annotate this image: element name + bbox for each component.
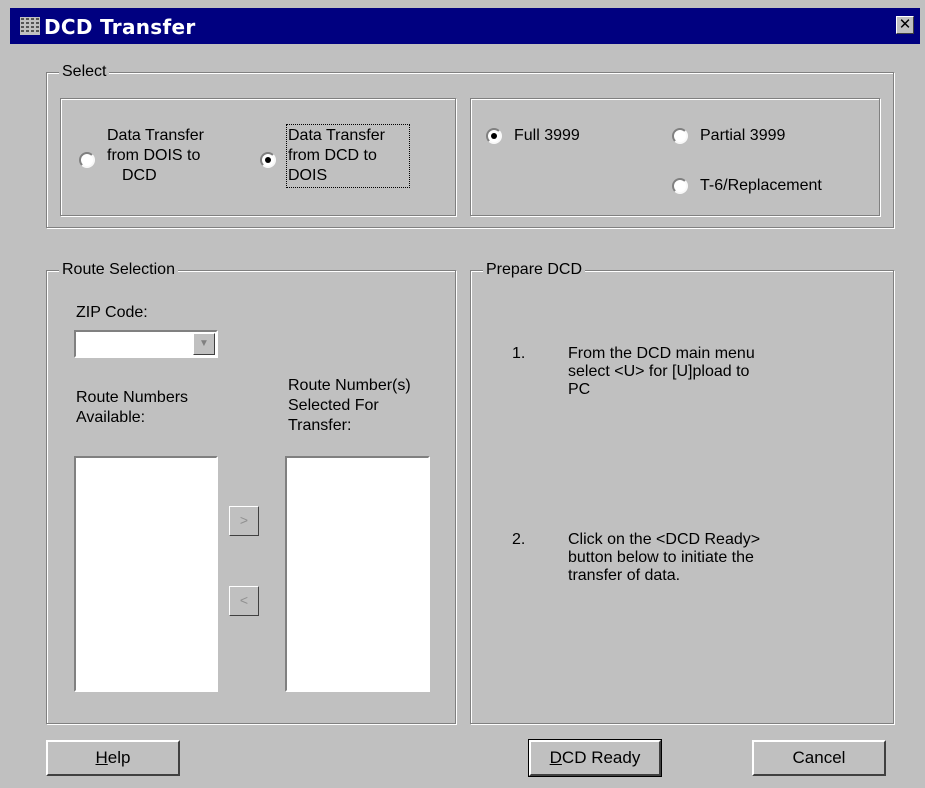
dcd-to-dois-label-focus: Data Transfer from DCD to DOIS bbox=[286, 124, 410, 188]
step2-number: 2. bbox=[512, 531, 526, 548]
step2-line1: Click on the <DCD Ready> bbox=[568, 531, 761, 548]
zip-code-dropdown[interactable]: ▼ bbox=[74, 330, 218, 358]
cancel-button-label: Cancel bbox=[792, 748, 846, 767]
dcd-to-dois-label-line1: Data Transfer bbox=[288, 127, 385, 144]
dcd-ready-button[interactable]: DCD Ready bbox=[528, 739, 662, 777]
dropdown-arrow-icon[interactable]: ▼ bbox=[193, 333, 215, 355]
type-subgroup bbox=[470, 98, 880, 216]
radio-partial-3999[interactable] bbox=[672, 128, 688, 144]
help-button[interactable]: Help bbox=[46, 740, 180, 776]
step2-line2: button below to initiate the bbox=[568, 549, 754, 566]
cancel-button[interactable]: Cancel bbox=[752, 740, 886, 776]
help-button-mnemonic: H bbox=[95, 748, 108, 767]
dcd-ready-button-label: CD Ready bbox=[561, 748, 641, 767]
close-button[interactable]: ✕ bbox=[896, 16, 914, 34]
t6-replacement-label: T-6/Replacement bbox=[700, 177, 822, 194]
select-group-label: Select bbox=[59, 62, 110, 82]
radio-dcd-to-dois[interactable] bbox=[260, 152, 276, 168]
remove-route-button[interactable]: < bbox=[229, 586, 259, 616]
step1-line3: PC bbox=[568, 381, 591, 398]
available-label-line2: Available: bbox=[76, 409, 146, 426]
available-routes-listbox[interactable] bbox=[74, 456, 218, 692]
prepare-dcd-label: Prepare DCD bbox=[483, 260, 586, 280]
dois-to-dcd-label-line2: from DOIS to bbox=[107, 147, 201, 164]
selected-routes-listbox[interactable] bbox=[285, 456, 430, 692]
step2-line3: transfer of data. bbox=[568, 567, 681, 584]
step1-number: 1. bbox=[512, 345, 526, 362]
route-selection-label: Route Selection bbox=[59, 260, 178, 280]
dcd-ready-button-mnemonic: D bbox=[549, 748, 562, 767]
add-route-glyph: > bbox=[239, 512, 249, 528]
step1-line1: From the DCD main menu bbox=[568, 345, 755, 362]
radio-full-3999[interactable] bbox=[486, 128, 502, 144]
help-button-label: elp bbox=[107, 748, 131, 767]
add-route-button[interactable]: > bbox=[229, 506, 259, 536]
partial-3999-label: Partial 3999 bbox=[700, 127, 786, 144]
app-icon bbox=[20, 17, 40, 35]
selected-label-line2: Selected For bbox=[288, 397, 379, 414]
step1-line2: select <U> for [U]pload to bbox=[568, 363, 750, 380]
remove-route-glyph: < bbox=[239, 592, 249, 608]
window-title: DCD Transfer bbox=[44, 15, 196, 39]
zip-code-label: ZIP Code: bbox=[76, 304, 148, 321]
selected-label-line1: Route Number(s) bbox=[288, 377, 411, 394]
prepare-dcd-group: Prepare DCD bbox=[470, 260, 894, 724]
dcd-to-dois-label-line2: from DCD to bbox=[288, 147, 377, 164]
title-bar: DCD Transfer ✕ bbox=[10, 8, 920, 44]
selected-label-line3: Transfer: bbox=[288, 417, 352, 434]
dcd-to-dois-label-line3: DOIS bbox=[288, 167, 328, 184]
radio-dois-to-dcd[interactable] bbox=[79, 152, 95, 168]
close-icon: ✕ bbox=[898, 15, 912, 33]
available-label-line1: Route Numbers bbox=[76, 389, 189, 406]
dois-to-dcd-label-line3: DCD bbox=[122, 167, 157, 184]
full-3999-label: Full 3999 bbox=[514, 127, 580, 144]
radio-t6-replacement[interactable] bbox=[672, 178, 688, 194]
dois-to-dcd-label-line1: Data Transfer bbox=[107, 127, 204, 144]
